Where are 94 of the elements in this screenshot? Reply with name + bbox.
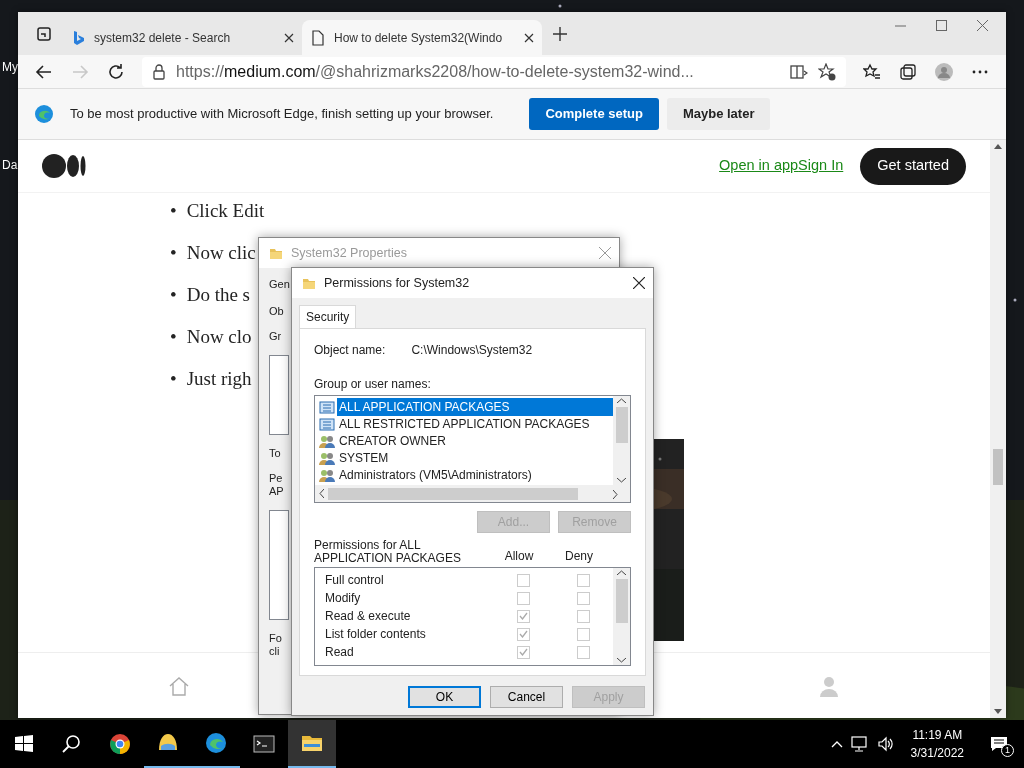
get-started-button[interactable]: Get started [860,147,966,185]
list-item[interactable]: SYSTEM [337,448,391,467]
list-item[interactable]: CREATOR OWNER [337,431,448,450]
bullet-marker: • [170,283,177,307]
clock-date[interactable]: 3/31/2022 [910,744,964,762]
chevron-up-icon[interactable] [830,740,843,748]
list-item[interactable]: ALL RESTRICTED APPLICATION PACKAGES [337,414,592,433]
list-item: Now clic [186,241,256,265]
bullet-marker: • [170,367,177,391]
maximize-icon[interactable] [936,20,947,31]
package-icon [319,399,335,414]
scrollbar-thumb[interactable] [615,579,628,623]
list-item: Do the s [186,283,250,307]
field-label: Object name: [314,342,386,359]
list-item[interactable]: Administrators (VM5\Administrators) [337,465,534,484]
label: Pe AP [269,472,284,498]
scroll-up-icon[interactable] [994,144,1002,149]
list-item: Now clo [186,325,252,349]
field-label: Group or user names: [314,376,432,393]
folder-icon[interactable] [288,720,336,768]
bullet-marker: • [170,199,177,223]
scrollbar-thumb[interactable] [328,487,578,500]
list-item: Click Edit [186,199,265,223]
back-icon[interactable] [35,62,53,81]
users-icon [319,450,335,465]
scroll-down-icon[interactable] [994,709,1002,714]
browser-tab[interactable]: How to delete System32(Windo [302,20,542,55]
notification-button[interactable]: 1 [980,731,1024,757]
tab-title: How to delete System32(Windo [334,29,504,47]
list-item[interactable]: ALL APPLICATION PACKAGES [337,397,613,416]
column-header: Deny [564,548,594,565]
new-tab-icon[interactable] [553,26,567,41]
folder-icon [269,246,283,260]
permission-name: Read & execute [325,608,412,625]
dismiss-button[interactable]: Maybe later [666,98,771,130]
window-title: Permissions for System32 [324,274,470,292]
permission-name: List folder contents [325,626,427,643]
profile-icon[interactable] [935,62,953,81]
tab-title: system32 delete - Search [94,29,232,47]
scroll-down-icon[interactable] [617,478,626,483]
bullet-marker: • [170,325,177,349]
add-favorite-icon[interactable] [818,62,836,81]
tab-actions-icon[interactable] [36,25,52,42]
notification-icon [990,736,1008,752]
scroll-up-icon[interactable] [617,398,626,403]
folder-icon [302,276,316,290]
close-icon[interactable] [633,277,645,290]
cancel-button[interactable]: Cancel [490,686,563,708]
scroll-right-icon[interactable] [613,489,618,499]
window-title: System32 Properties [291,244,408,262]
volume-icon[interactable] [876,736,895,752]
notification-count: 1 [1001,743,1014,757]
label: To [269,447,281,460]
refresh-icon[interactable] [107,62,125,81]
permission-name: Modify [325,590,362,607]
column-header: Allow [503,548,535,565]
lock-icon [152,63,166,80]
dialog-tab[interactable]: Gen [269,278,290,291]
scroll-down-icon[interactable] [617,658,626,663]
object-name-value: C:\Windows\System32 [411,342,533,359]
collections-icon[interactable] [899,62,917,81]
desktop-icon-label[interactable]: Da [2,156,18,174]
label: Gr [269,330,282,343]
permissions-label: Permissions for ALL APPLICATION PACKAGES [314,539,462,565]
scroll-up-icon[interactable] [617,570,626,575]
dialog-tab[interactable]: Security [299,305,357,328]
label: Ob [269,305,284,318]
scroll-left-icon[interactable] [319,489,324,498]
desktop-icon-label[interactable]: My [2,58,18,76]
scrollbar-thumb[interactable] [993,449,1003,485]
bullet-marker: • [170,241,177,265]
permission-name: Full control [325,572,385,589]
ok-button[interactable]: OK [408,686,481,708]
permission-name: Read [325,644,355,661]
sign-in-link[interactable]: Sign In [798,155,844,177]
users-icon [319,467,335,482]
list-item: Just righ [186,367,252,391]
favorites-icon[interactable] [863,62,881,81]
infobar-message: To be most productive with Microsoft Edge, finish setting up your browser. [70,105,494,124]
page-icon [310,29,326,46]
close-icon[interactable] [284,32,294,43]
open-in-app-link[interactable]: Open in app [719,155,799,177]
users-icon [319,433,335,448]
edge-icon [34,104,54,124]
logo-icon [42,154,86,178]
clock-time[interactable]: 11:19 AM [910,726,964,744]
reader-icon[interactable] [790,63,808,80]
browser-tab[interactable]: system32 delete - Search [62,20,302,55]
close-icon[interactable] [524,32,534,43]
network-icon[interactable] [850,736,869,752]
scrollbar-thumb[interactable] [615,407,628,443]
label: Fo cli [269,632,282,658]
package-icon [319,416,335,431]
complete-setup-button[interactable]: Complete setup [529,98,659,130]
